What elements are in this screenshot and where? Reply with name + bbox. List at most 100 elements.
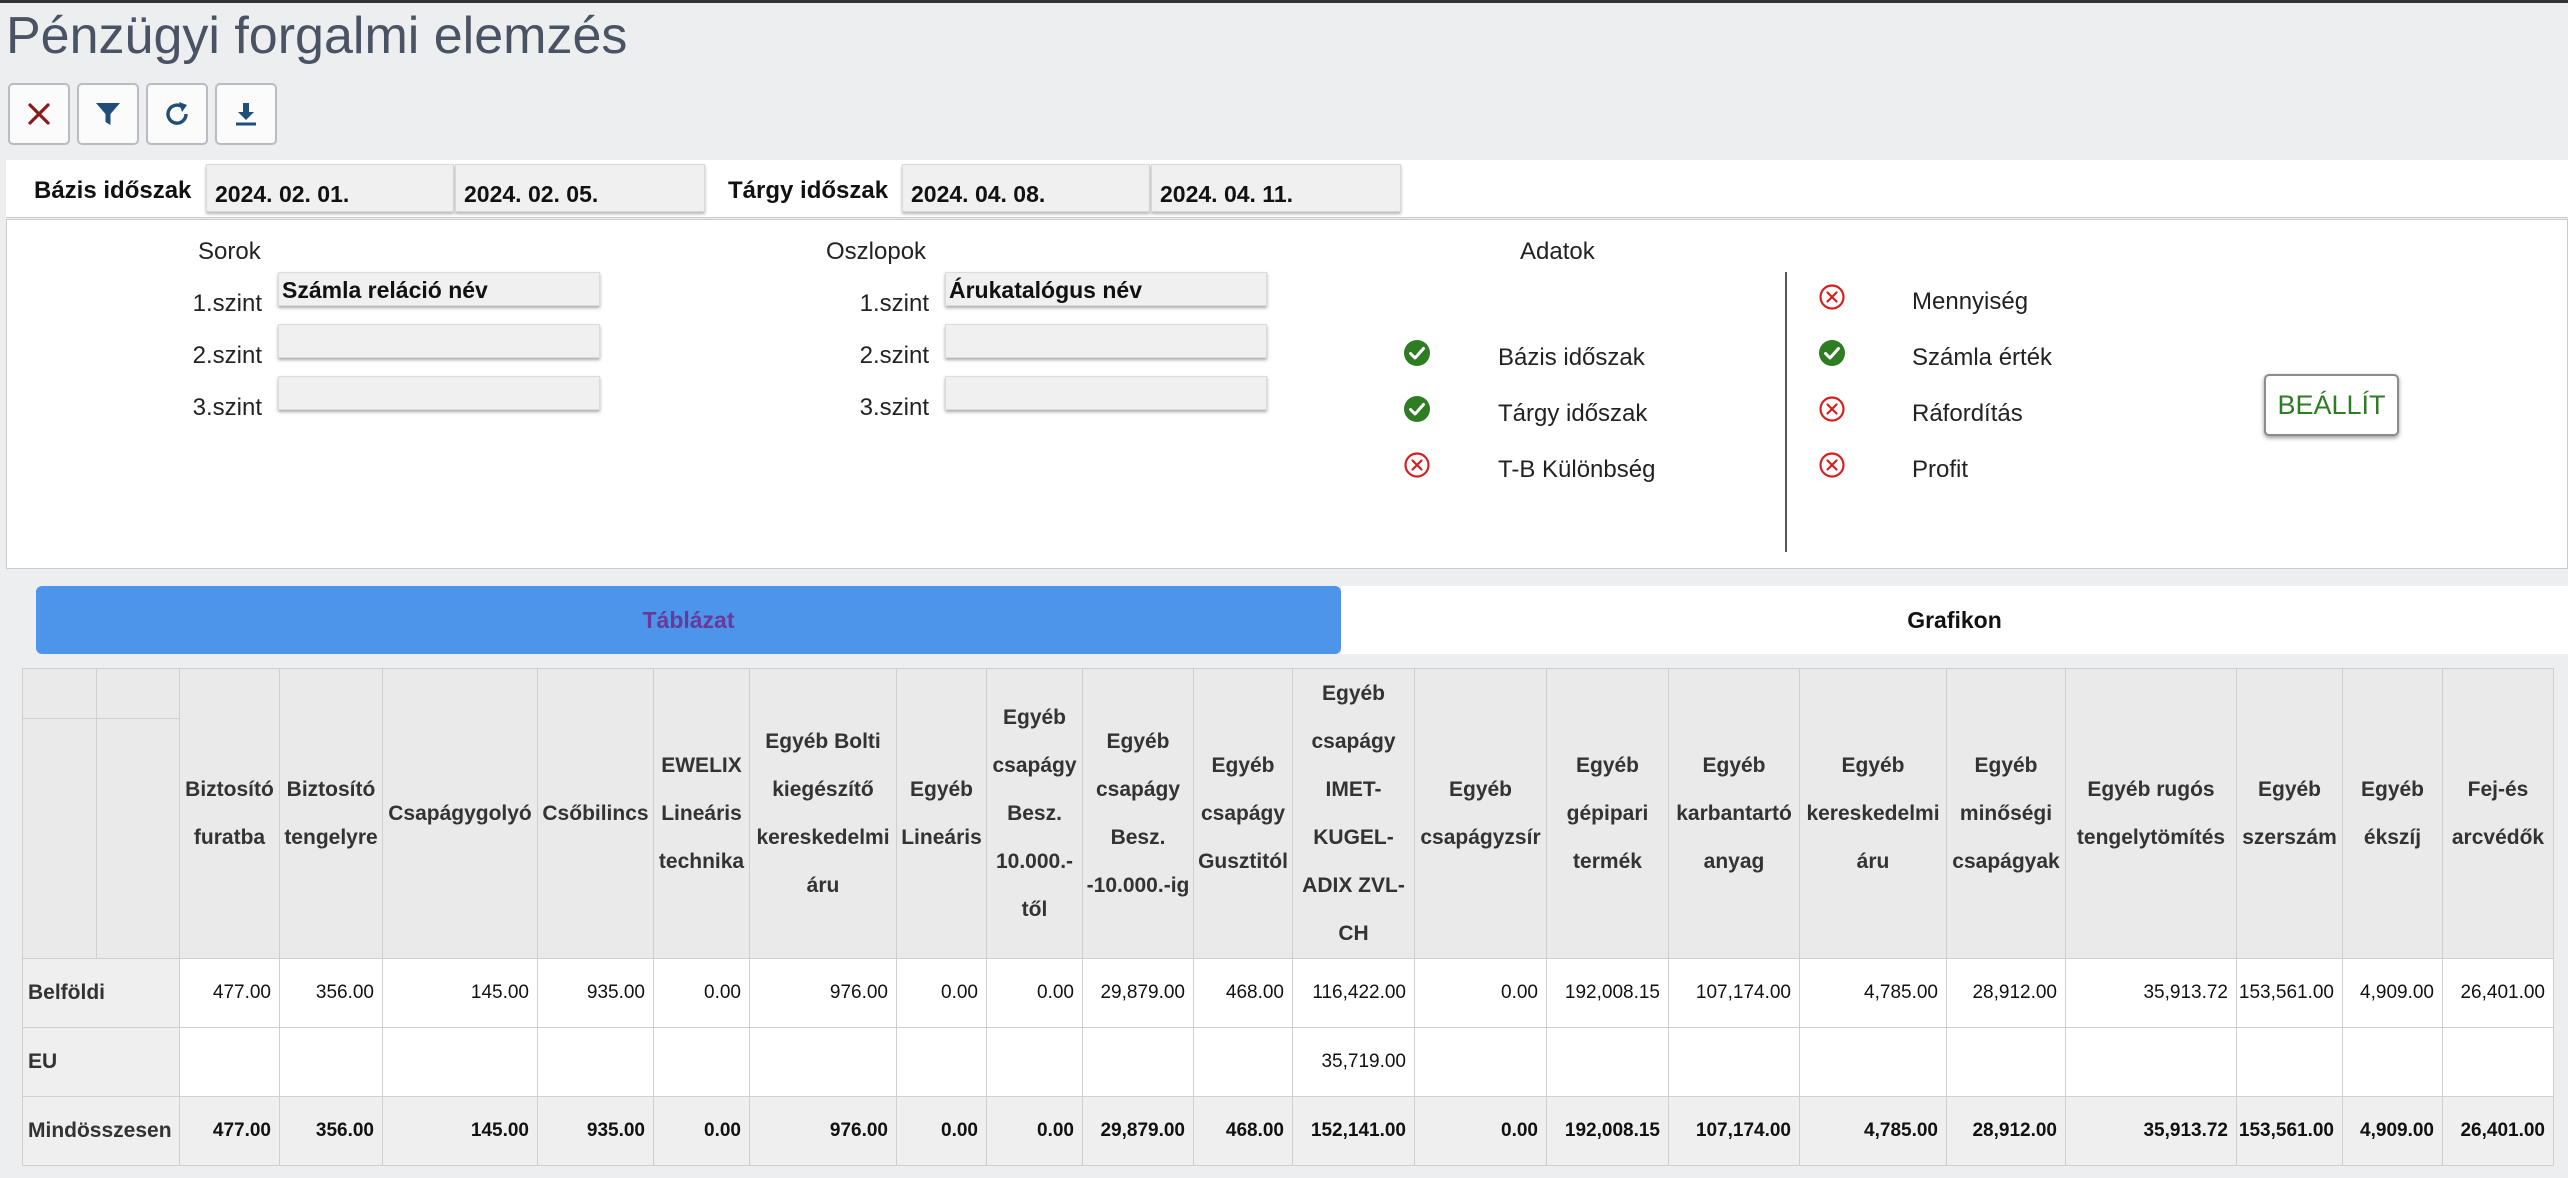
- column-header[interactable]: Fej-és arcvédők: [2442, 668, 2554, 959]
- column-header[interactable]: Egyéb Lineáris: [896, 668, 987, 959]
- table-cell: 26,401.00: [2442, 958, 2554, 1028]
- table-cell: [896, 1027, 987, 1097]
- table-cell: [2342, 1027, 2443, 1097]
- rows-level-2-select[interactable]: [278, 324, 600, 358]
- table-cell: 468.00: [1193, 958, 1293, 1028]
- table-cell: 153,561.00: [2236, 958, 2343, 1028]
- column-header[interactable]: Egyéb gépipari termék: [1546, 668, 1669, 959]
- base-from-date-input[interactable]: 2024. 02. 01.: [206, 164, 454, 212]
- column-header[interactable]: Egyéb csapágyzsír: [1414, 668, 1547, 959]
- page-title: Pénzügyi forgalmi elemzés: [6, 7, 628, 65]
- column-header[interactable]: Biztosító furatba: [179, 668, 280, 959]
- check-ok-icon[interactable]: [1402, 338, 1432, 368]
- row-label: Belföldi: [22, 958, 180, 1028]
- table-cell: 4,909.00: [2342, 1096, 2443, 1166]
- column-header[interactable]: Egyéb Bolti kiegészítő kereskedelmi áru: [749, 668, 897, 959]
- check-ok-icon[interactable]: [1402, 394, 1432, 424]
- table-cell: 26,401.00: [2442, 1096, 2554, 1166]
- window-top-border: [0, 0, 2568, 3]
- filter-button[interactable]: [77, 83, 139, 145]
- unchecked-x-icon[interactable]: [1817, 394, 1847, 424]
- table-cell: 468.00: [1193, 1096, 1293, 1166]
- column-header[interactable]: Egyéb ékszíj: [2342, 668, 2443, 959]
- table-cell: 107,174.00: [1668, 958, 1800, 1028]
- table-cell: 107,174.00: [1668, 1096, 1800, 1166]
- pivot-table: Biztosító furatba Biztosító tengelyre Csap…: [22, 668, 2554, 1166]
- column-header[interactable]: Egyéb minőségi csapágyak: [1946, 668, 2066, 959]
- table-cell: 356.00: [279, 958, 383, 1028]
- apply-button[interactable]: BEÁLLÍT: [2264, 374, 2399, 436]
- columns-level-3-select[interactable]: [945, 376, 1267, 410]
- tab-table[interactable]: Táblázat: [36, 586, 1341, 654]
- target-from-date-input[interactable]: 2024. 04. 08.: [902, 164, 1150, 212]
- table-cell: 145.00: [382, 1096, 538, 1166]
- option-profit-label: Profit: [1912, 456, 1969, 483]
- column-header[interactable]: Egyéb csapágy IMET-KUGEL-ADIX ZVL-CH: [1292, 668, 1415, 959]
- option-invoice-value-label: Számla érték: [1912, 344, 2053, 371]
- table-cell: [1668, 1027, 1800, 1097]
- table-cell: [1082, 1027, 1194, 1097]
- table-cell: [279, 1027, 383, 1097]
- columns-level-2-select[interactable]: [945, 324, 1267, 358]
- table-cell: 356.00: [279, 1096, 383, 1166]
- column-header[interactable]: Egyéb csapágy Besz. 10.000.-től: [986, 668, 1083, 959]
- column-header[interactable]: Egyéb kereskedelmi áru: [1799, 668, 1947, 959]
- table-cell: 0.00: [986, 1096, 1083, 1166]
- columns-level-2-label: 2.szint: [859, 342, 929, 369]
- column-header[interactable]: Csőbilincs: [537, 668, 654, 959]
- table-cell: 976.00: [749, 1096, 897, 1166]
- columns-level-1-select[interactable]: Árukatalógus név: [945, 272, 1267, 306]
- target-to-date-input[interactable]: 2024. 04. 11.: [1151, 164, 1401, 212]
- option-difference-label: T-B Különbség: [1498, 456, 1656, 483]
- column-header[interactable]: Biztosító tengelyre: [279, 668, 383, 959]
- table-cell: [653, 1027, 750, 1097]
- tab-chart[interactable]: Grafikon: [1341, 586, 2568, 654]
- row-label: Mindösszesen: [22, 1096, 180, 1166]
- column-header[interactable]: Egyéb csapágy Gusztitól: [1193, 668, 1293, 959]
- table-cell: 145.00: [382, 958, 538, 1028]
- table-cell: 28,912.00: [1946, 958, 2066, 1028]
- column-header[interactable]: Egyéb karbantartó anyag: [1668, 668, 1800, 959]
- rows-level-3-select[interactable]: [278, 376, 600, 410]
- table-cell: [1946, 1027, 2066, 1097]
- corner-cell: [22, 718, 97, 959]
- column-header[interactable]: Egyéb szerszám: [2236, 668, 2343, 959]
- table-cell: 35,913.72: [2065, 1096, 2237, 1166]
- table-cell: 35,719.00: [1292, 1027, 1415, 1097]
- rows-level-3-label: 3.szint: [192, 394, 262, 421]
- base-to-date-input[interactable]: 2024. 02. 05.: [455, 164, 705, 212]
- table-cell: [2442, 1027, 2554, 1097]
- option-target-period-label: Tárgy időszak: [1498, 400, 1648, 427]
- table-cell: [1193, 1027, 1293, 1097]
- column-header[interactable]: Egyéb csapágy Besz. -10.000.-ig: [1082, 668, 1194, 959]
- unchecked-x-icon[interactable]: [1817, 282, 1847, 312]
- table-cell: 192,008.15: [1546, 1096, 1669, 1166]
- unchecked-x-icon[interactable]: [1817, 450, 1847, 480]
- corner-cell: [22, 668, 97, 719]
- table-cell: 0.00: [1414, 1096, 1547, 1166]
- check-ok-icon[interactable]: [1817, 338, 1847, 368]
- table-cell: 0.00: [653, 958, 750, 1028]
- table-cell: [179, 1027, 280, 1097]
- table-cell: 4,785.00: [1799, 1096, 1947, 1166]
- column-header[interactable]: EWELIX Lineáris technika: [653, 668, 750, 959]
- table-cell: [1799, 1027, 1947, 1097]
- table-cell: 29,879.00: [1082, 958, 1194, 1028]
- download-button[interactable]: [215, 83, 277, 145]
- total-row: Mindösszesen 477.00 356.00 145.00 935.00 0.00…: [22, 1096, 2554, 1166]
- table-cell: 0.00: [986, 958, 1083, 1028]
- refresh-icon: [166, 102, 188, 125]
- column-header[interactable]: Csapágygolyó: [382, 668, 538, 959]
- row-label: EU: [22, 1027, 180, 1097]
- column-header[interactable]: Egyéb rugós tengelytömítés: [2065, 668, 2237, 959]
- close-button[interactable]: [8, 83, 70, 145]
- filter-icon: [96, 103, 120, 125]
- option-expense-label: Ráfordítás: [1912, 400, 2023, 427]
- rows-level-1-select[interactable]: Számla reláció név: [278, 272, 600, 306]
- target-period-label: Tárgy időszak: [728, 177, 889, 204]
- table-cell: 152,141.00: [1292, 1096, 1415, 1166]
- refresh-button[interactable]: [146, 83, 208, 145]
- option-base-period-label: Bázis időszak: [1498, 344, 1645, 371]
- unchecked-x-icon[interactable]: [1402, 450, 1432, 480]
- table-cell: 0.00: [1414, 958, 1547, 1028]
